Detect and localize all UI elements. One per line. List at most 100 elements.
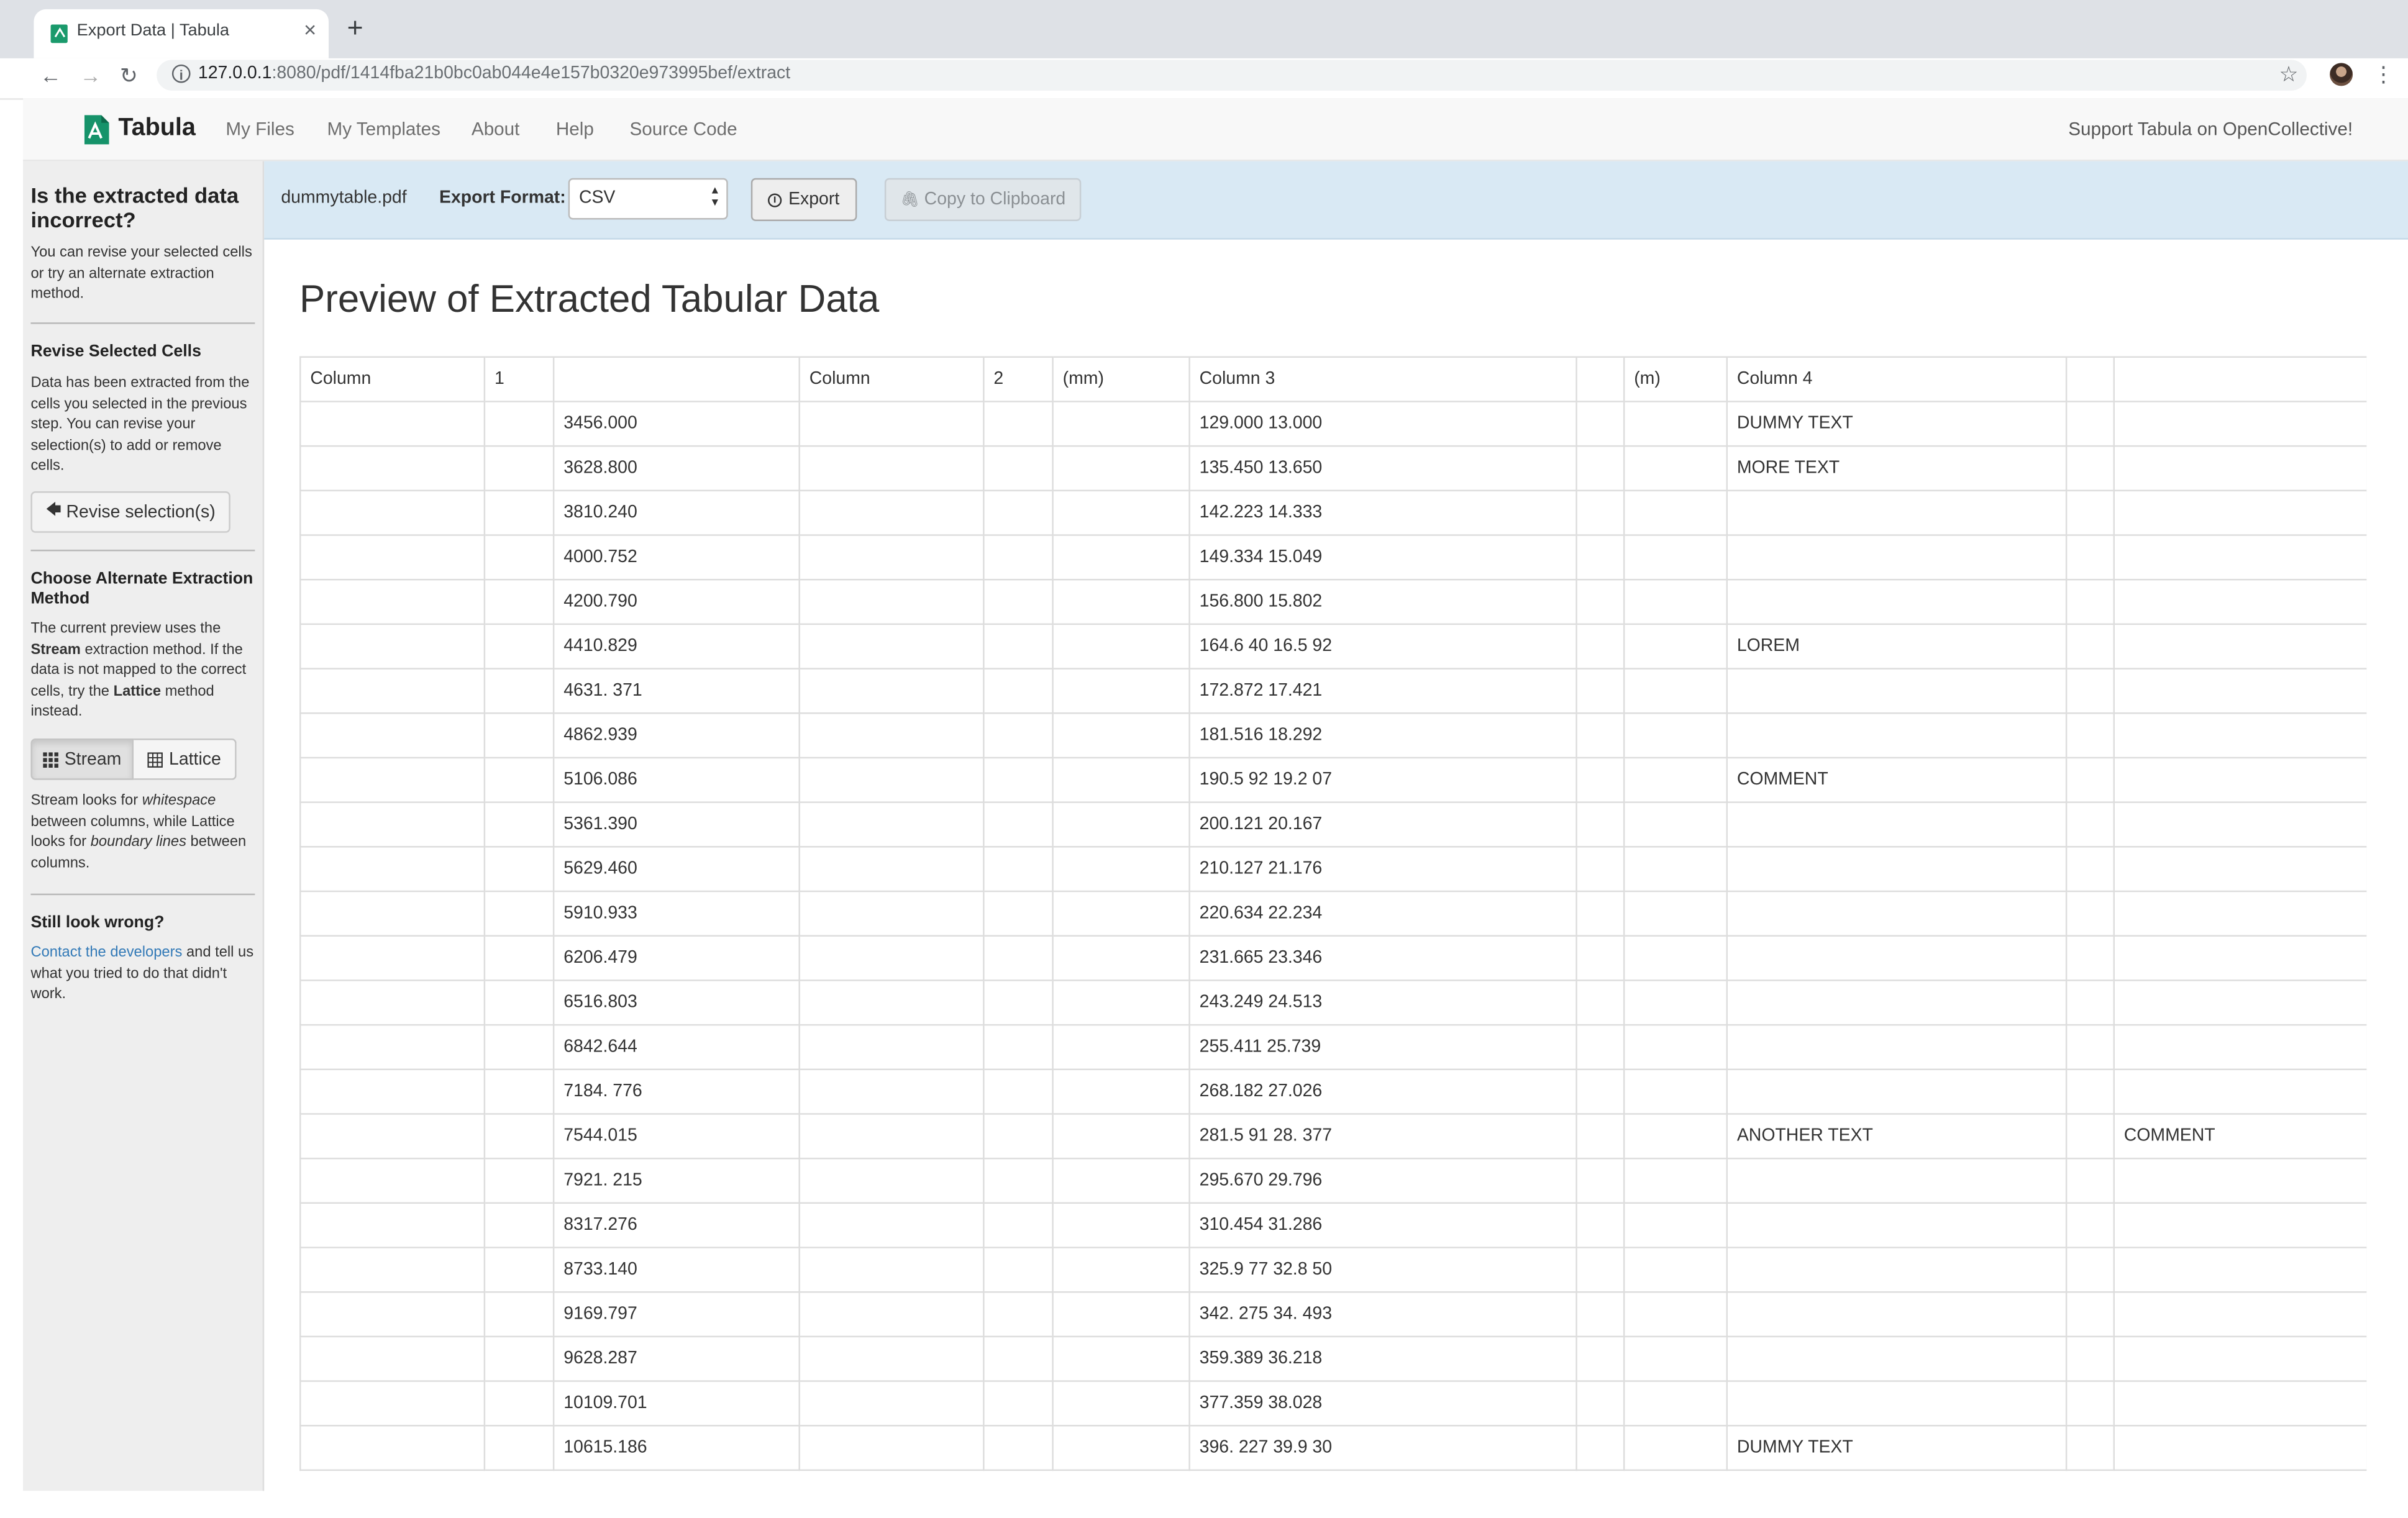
export-button[interactable]: Export [750, 178, 857, 221]
nav-about[interactable]: About [472, 118, 520, 140]
back-arrow-icon[interactable]: ← [40, 63, 62, 88]
table-cell: 9628.287 [552, 1335, 800, 1382]
nav-help[interactable]: Help [556, 118, 594, 140]
table-cell [983, 489, 1054, 536]
table-cell [299, 623, 486, 670]
table-cell [1623, 401, 1728, 447]
url-host: 127.0.0.1 [198, 64, 272, 83]
table-cell [1623, 979, 1728, 1026]
table-cell [1623, 1202, 1728, 1248]
table-cell [1726, 935, 2068, 981]
table-cell: 210.127 21.176 [1188, 846, 1577, 893]
browser-menu-icon[interactable]: ⋮ [2373, 61, 2394, 88]
copy-to-clipboard-button[interactable]: 🖇 Copy to Clipboard [884, 178, 1082, 221]
table-cell [2113, 578, 2367, 625]
table-cell [1623, 1335, 1728, 1382]
table-cell [983, 534, 1054, 581]
table-cell [1052, 1157, 1190, 1204]
table-cell [1726, 712, 2068, 759]
table-cell [552, 356, 800, 402]
table-row: 7921. 215 295.670 29.796 [299, 1157, 2367, 1204]
table-cell [2065, 1202, 2115, 1248]
table-cell [983, 979, 1054, 1026]
table-cell: 6516.803 [552, 979, 800, 1026]
table-cell [1623, 578, 1728, 625]
url-text[interactable]: 127.0.0.1:8080/pdf/1414fba21b0bc0ab044e4… [198, 65, 790, 83]
table-cell [1623, 1425, 1728, 1471]
table-cell [2065, 712, 2115, 759]
table-cell [2113, 846, 2367, 893]
table-cell [2113, 1380, 2367, 1427]
table-cell [1576, 445, 1625, 492]
table-cell [798, 1113, 985, 1160]
nav-my-templates[interactable]: My Templates [327, 118, 440, 140]
contact-developers-link[interactable]: Contact the developers [30, 944, 182, 961]
browser-tab[interactable]: Export Data | Tabula × [34, 9, 329, 58]
table-cell [2113, 1157, 2367, 1204]
revise-button-label: Revise selection(s) [66, 502, 216, 522]
screen: Export Data | Tabula × + ← → ↻ i 127.0.0… [0, 0, 2408, 1518]
preview-table-container[interactable]: Column 1 Column 2 (mm) Column 3 (m) Column 4 345… [299, 356, 2367, 1491]
table-cell [2113, 356, 2367, 402]
new-tab-icon[interactable]: + [347, 12, 363, 45]
table-cell: 255.411 25.739 [1188, 1024, 1577, 1070]
brand-name: Tabula [118, 115, 196, 142]
table-cell [1576, 401, 1625, 447]
table-cell [798, 846, 985, 893]
table-cell [2065, 356, 2115, 402]
table-row: 5106.086 190.5 92 19.2 07 COMMENT [299, 757, 2367, 803]
nav-my-files[interactable]: My Files [226, 118, 294, 140]
table-cell [483, 757, 555, 803]
table-row: 6206.479 231.665 23.346 [299, 935, 2367, 981]
revise-selection-button[interactable]: 🡄 Revise selection(s) [30, 491, 230, 533]
table-cell [1726, 801, 2068, 848]
table-cell [1576, 356, 1625, 402]
table-cell [1576, 1380, 1625, 1427]
table-cell [1052, 1380, 1190, 1427]
export-format-select[interactable]: CSV ▲ ▼ [568, 178, 728, 220]
table-row: 9169.797 342. 275 34. 493 [299, 1291, 2367, 1338]
table-cell [483, 712, 555, 759]
table-cell [483, 1425, 555, 1471]
close-tab-icon[interactable]: × [304, 17, 316, 42]
table-cell [1576, 534, 1625, 581]
profile-avatar[interactable] [2330, 63, 2353, 86]
lattice-button[interactable]: Lattice [134, 739, 237, 780]
table-cell [483, 979, 555, 1026]
table-cell [1052, 1202, 1190, 1248]
table-cell [1726, 534, 2068, 581]
table-cell: 9169.797 [552, 1291, 800, 1338]
table-grid-icon [147, 752, 163, 767]
table-cell [1576, 712, 1625, 759]
browser-tab-strip: Export Data | Tabula × + [0, 0, 2408, 58]
method-alt: Lattice [113, 683, 162, 700]
bookmark-star-icon[interactable]: ☆ [2279, 61, 2298, 88]
reload-icon[interactable]: ↻ [120, 63, 138, 89]
brand-logo[interactable]: Tabula [81, 107, 196, 150]
stream-button[interactable]: Stream [30, 739, 134, 780]
table-row: 4000.752 149.334 15.049 [299, 534, 2367, 581]
table-row: 4410.829 164.6 40 16.5 92 LOREM [299, 623, 2367, 670]
nav-source-code[interactable]: Source Code [630, 118, 737, 140]
support-link[interactable]: Support Tabula on OpenCollective! [2068, 118, 2353, 140]
table-cell [299, 1202, 486, 1248]
table-row: 8317.276 310.454 31.286 [299, 1202, 2367, 1248]
sidebar: Is the extracted data incorrect? You can… [23, 161, 265, 1491]
table-cell [798, 1380, 985, 1427]
table-cell [798, 445, 985, 492]
table-cell: 5361.390 [552, 801, 800, 848]
forward-arrow-icon[interactable]: → [80, 63, 102, 88]
table-cell: 325.9 77 32.8 50 [1188, 1247, 1577, 1293]
table-cell [483, 578, 555, 625]
info-icon[interactable]: i [171, 64, 191, 83]
explain-whitespace: whitespace [142, 792, 216, 809]
address-bar[interactable]: i 127.0.0.1:8080/pdf/1414fba21b0bc0ab044… [157, 60, 2307, 91]
table-cell [1623, 534, 1728, 581]
stream-label: Stream [64, 750, 122, 769]
table-cell: DUMMY TEXT [1726, 1425, 2068, 1471]
table-cell [798, 712, 985, 759]
table-row: 7184. 776 268.182 27.026 [299, 1068, 2367, 1115]
table-cell [483, 534, 555, 581]
table-cell [1576, 1157, 1625, 1204]
table-cell [299, 935, 486, 981]
